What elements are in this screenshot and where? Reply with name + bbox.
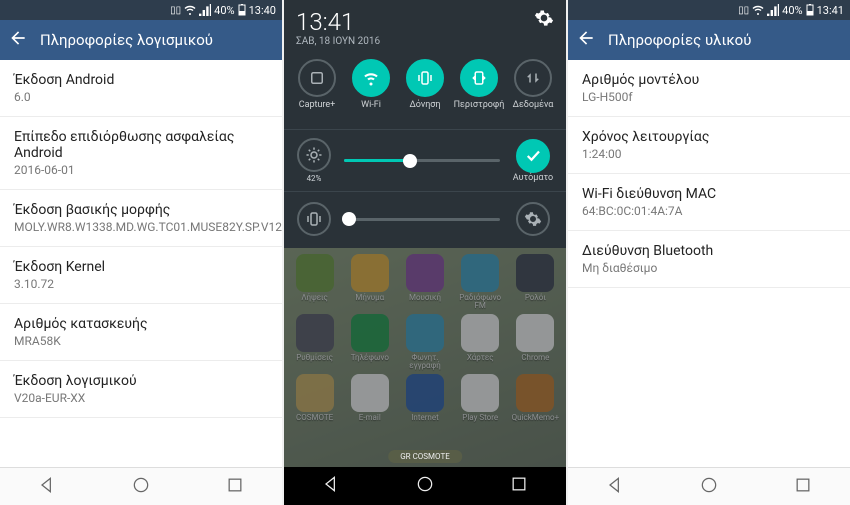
toggle-capture[interactable]: Capture+ bbox=[293, 59, 341, 119]
setting-value: MRA58K bbox=[14, 334, 268, 348]
recents-button[interactable] bbox=[793, 475, 813, 499]
battery-icon bbox=[238, 4, 246, 16]
wifi-icon bbox=[184, 4, 196, 16]
toggle-data[interactable]: Δεδομένα bbox=[509, 59, 557, 119]
setting-value: 3.10.72 bbox=[14, 277, 268, 291]
settings-list[interactable]: Έκδοση Android 6.0 Επίπεδο επιδιόρθωσης ασ… bbox=[0, 60, 282, 467]
signal-icon bbox=[767, 4, 779, 16]
settings-row[interactable]: Επίπεδο επιδιόρθωσης ασφαλείας Android 20… bbox=[0, 117, 282, 190]
toggle-vibrate[interactable]: Δόνηση bbox=[401, 59, 449, 119]
volume-slider[interactable] bbox=[284, 194, 566, 248]
settings-row[interactable]: Wi-Fi διεύθυνση MAC 64:BC:0C:01:4A:7A bbox=[568, 174, 850, 231]
header-bar: Πληροφορίες λογισμικού bbox=[0, 20, 282, 60]
setting-label: Χρόνος λειτουργίας bbox=[582, 129, 836, 145]
status-bar: ▯▯ 40% 13:40 bbox=[0, 0, 282, 20]
phone-software-info: ▯▯ 40% 13:40 Πληροφορίες λογισμικού Έκδο… bbox=[0, 0, 282, 505]
nav-bar bbox=[568, 467, 850, 505]
back-button[interactable] bbox=[37, 475, 57, 499]
recents-button[interactable] bbox=[225, 475, 245, 499]
setting-label: Αριθμός κατασκευής bbox=[14, 316, 268, 332]
battery-text: 40% bbox=[782, 4, 802, 17]
page-title: Πληροφορίες υλικού bbox=[608, 31, 751, 49]
settings-row[interactable]: Έκδοση λογισμικού V20a-EUR-XX bbox=[0, 361, 282, 418]
home-button[interactable] bbox=[699, 475, 719, 499]
gear-icon[interactable] bbox=[534, 8, 554, 32]
signal-icon bbox=[199, 4, 211, 16]
battery-text: 40% bbox=[214, 4, 234, 17]
setting-label: Αριθμός μοντέλου bbox=[582, 72, 836, 88]
settings-row[interactable]: Χρόνος λειτουργίας 1:24:00 bbox=[568, 117, 850, 174]
setting-value: MOLY.WR8.W1338.MD.WG.TC01.MUSE82Y.SP.V12 bbox=[14, 220, 268, 234]
settings-row[interactable]: Έκδοση Kernel 3.10.72 bbox=[0, 247, 282, 304]
settings-row[interactable]: Έκδοση βασικής μορφής MOLY.WR8.W1338.MD.W… bbox=[0, 190, 282, 247]
back-arrow-icon[interactable] bbox=[8, 28, 28, 52]
setting-value: Μη διαθέσιμο bbox=[582, 261, 836, 275]
toggle-wifi[interactable]: Wi-Fi bbox=[347, 59, 395, 119]
clock-text: 13:40 bbox=[249, 4, 276, 17]
setting-value: LG-H500f bbox=[582, 90, 836, 104]
setting-label: Έκδοση Kernel bbox=[14, 259, 268, 275]
setting-label: Έκδοση Android bbox=[14, 72, 268, 88]
sound-mode-icon[interactable] bbox=[297, 202, 331, 236]
carrier-pill: GR COSMOTE bbox=[388, 450, 462, 463]
nav-bar bbox=[284, 467, 566, 505]
home-button[interactable] bbox=[131, 475, 151, 499]
volume-settings-icon[interactable] bbox=[516, 202, 550, 236]
home-button[interactable] bbox=[415, 474, 435, 498]
setting-label: Wi-Fi διεύθυνση MAC bbox=[582, 186, 836, 202]
phone-quick-settings: 13:41 ΣΑΒ, 18 ΙΟΥΝ 2016 Capture+ Wi-Fi Δ… bbox=[284, 0, 566, 505]
phone-hardware-info: ▯▯ 40% 13:41 Πληροφορίες υλικού Αριθμός … bbox=[568, 0, 850, 505]
status-bar: ▯▯ 40% 13:41 bbox=[568, 0, 850, 20]
header-bar: Πληροφορίες υλικού bbox=[568, 20, 850, 60]
vibrate-icon: ▯▯ bbox=[170, 5, 181, 16]
wifi-icon bbox=[752, 4, 764, 16]
back-button[interactable] bbox=[321, 474, 341, 498]
battery-icon bbox=[806, 4, 814, 16]
vibrate-icon: ▯▯ bbox=[738, 5, 749, 16]
settings-list[interactable]: Αριθμός μοντέλου LG-H500f Χρόνος λειτουργί… bbox=[568, 60, 850, 467]
clock-text: 13:41 bbox=[817, 4, 844, 17]
qs-toggle-row: Capture+ Wi-Fi Δόνηση Περιστροφή Δεδομέν… bbox=[284, 51, 566, 127]
settings-row[interactable]: Αριθμός μοντέλου LG-H500f bbox=[568, 60, 850, 117]
dim-overlay bbox=[284, 248, 566, 467]
setting-label: Επίπεδο επιδιόρθωσης ασφαλείας Android bbox=[14, 129, 268, 161]
brightness-slider[interactable]: 42% Αυτόματο bbox=[284, 132, 566, 189]
brightness-track[interactable] bbox=[344, 159, 500, 162]
settings-row[interactable]: Έκδοση Android 6.0 bbox=[0, 60, 282, 117]
toggle-rotate[interactable]: Περιστροφή bbox=[455, 59, 503, 119]
back-arrow-icon[interactable] bbox=[576, 28, 596, 52]
back-button[interactable] bbox=[605, 475, 625, 499]
setting-label: Έκδοση βασικής μορφής bbox=[14, 202, 268, 218]
volume-track[interactable] bbox=[344, 218, 500, 221]
qs-date: ΣΑΒ, 18 ΙΟΥΝ 2016 bbox=[296, 36, 554, 47]
page-title: Πληροφορίες λογισμικού bbox=[40, 31, 213, 49]
setting-label: Διεύθυνση Bluetooth bbox=[582, 243, 836, 259]
setting-value: 6.0 bbox=[14, 90, 268, 104]
settings-row[interactable]: Αριθμός κατασκευής MRA58K bbox=[0, 304, 282, 361]
setting-value: 1:24:00 bbox=[582, 147, 836, 161]
brightness-value: 42% bbox=[307, 174, 322, 183]
setting-value: 2016-06-01 bbox=[14, 163, 268, 177]
qs-clock: 13:41 bbox=[296, 8, 554, 36]
setting-value: 64:BC:0C:01:4A:7A bbox=[582, 204, 836, 218]
nav-bar bbox=[0, 467, 282, 505]
settings-row[interactable]: Διεύθυνση Bluetooth Μη διαθέσιμο bbox=[568, 231, 850, 288]
auto-brightness-toggle[interactable] bbox=[516, 139, 550, 173]
setting-value: V20a-EUR-XX bbox=[14, 391, 268, 405]
qs-header: 13:41 ΣΑΒ, 18 ΙΟΥΝ 2016 bbox=[284, 0, 566, 51]
recents-button[interactable] bbox=[509, 474, 529, 498]
home-screen-backdrop: ΛήψειςΜήνυμαΜουσικήΡαδιόφωνο FMΡολόιΡυθμ… bbox=[284, 248, 566, 467]
setting-label: Έκδοση λογισμικού bbox=[14, 373, 268, 389]
